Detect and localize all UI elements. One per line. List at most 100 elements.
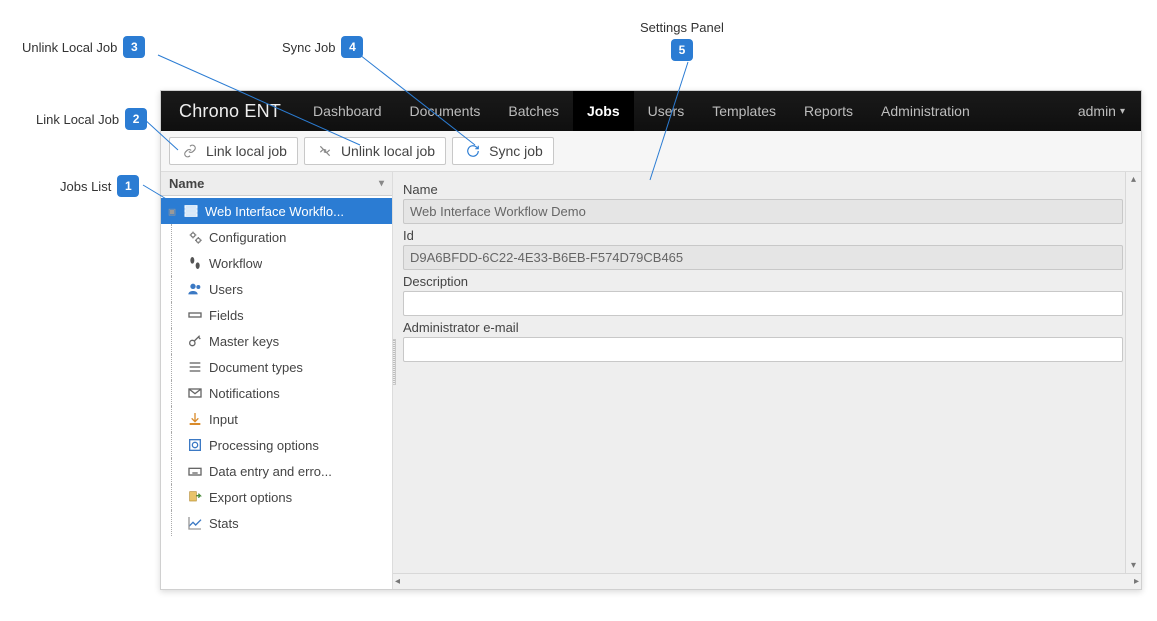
- link-icon: [180, 144, 200, 158]
- description-label: Description: [403, 274, 1123, 289]
- toolbar: Link local job Unlink local job Sync job: [161, 131, 1141, 172]
- tree-label: Fields: [209, 308, 244, 323]
- app-window: Chrono ENT Dashboard Documents Batches J…: [160, 90, 1142, 590]
- tree-item-processing-options[interactable]: Processing options: [161, 432, 392, 458]
- tree-item-notifications[interactable]: Notifications: [161, 380, 392, 406]
- key-icon: [185, 333, 205, 349]
- chevron-down-icon: ▾: [1120, 106, 1125, 117]
- navbar: Chrono ENT Dashboard Documents Batches J…: [161, 91, 1141, 131]
- sort-icon[interactable]: ▾: [379, 178, 384, 189]
- tree-item-document-types[interactable]: Document types: [161, 354, 392, 380]
- nav-documents[interactable]: Documents: [396, 91, 495, 131]
- sync-icon: [463, 144, 483, 158]
- keyboard-icon: [185, 463, 205, 479]
- id-label: Id: [403, 228, 1123, 243]
- annotation-sync-job: Sync Job 4: [282, 36, 363, 58]
- column-header-label: Name: [169, 176, 204, 191]
- link-local-job-button[interactable]: Link local job: [169, 137, 298, 165]
- annotation-jobs-list: Jobs List 1: [60, 175, 139, 197]
- nav-administration[interactable]: Administration: [867, 91, 984, 131]
- description-field[interactable]: [403, 291, 1123, 316]
- annotation-label: Unlink Local Job: [22, 40, 117, 55]
- annotation-badge: 4: [341, 36, 363, 58]
- envelope-icon: [185, 385, 205, 401]
- list-icon: [185, 359, 205, 375]
- tree-label: Data entry and erro...: [209, 464, 332, 479]
- tree-label: Notifications: [209, 386, 280, 401]
- tree-root-job[interactable]: ▣ Web Interface Workflo...: [161, 198, 392, 224]
- admin-email-label: Administrator e-mail: [403, 320, 1123, 335]
- field-icon: [185, 307, 205, 323]
- annotation-label: Sync Job: [282, 40, 335, 55]
- scroll-left-icon: ◂: [395, 576, 400, 587]
- tree-column-header[interactable]: Name ▾: [161, 172, 392, 196]
- vertical-scrollbar[interactable]: ▴ ▾: [1125, 172, 1141, 573]
- nav-jobs[interactable]: Jobs: [573, 91, 634, 131]
- tree-item-master-keys[interactable]: Master keys: [161, 328, 392, 354]
- tree-item-stats[interactable]: Stats: [161, 510, 392, 536]
- annotation-badge: 3: [123, 36, 145, 58]
- admin-email-field[interactable]: [403, 337, 1123, 362]
- download-icon: [185, 411, 205, 427]
- nav-users[interactable]: Users: [634, 91, 699, 131]
- tree-label: Configuration: [209, 230, 286, 245]
- annotation-label: Settings Panel: [640, 20, 724, 35]
- scroll-up-icon: ▴: [1131, 174, 1136, 185]
- users-icon: [185, 281, 205, 297]
- button-label: Unlink local job: [341, 143, 435, 159]
- job-icon: [181, 203, 201, 219]
- jobs-tree: ▣ Web Interface Workflo... Configuration: [161, 196, 392, 589]
- sync-job-button[interactable]: Sync job: [452, 137, 554, 165]
- footsteps-icon: [185, 255, 205, 271]
- nav-batches[interactable]: Batches: [494, 91, 573, 131]
- tree-item-input[interactable]: Input: [161, 406, 392, 432]
- tree-label: Web Interface Workflo...: [205, 204, 344, 219]
- name-label: Name: [403, 182, 1123, 197]
- tree-item-configuration[interactable]: Configuration: [161, 224, 392, 250]
- export-icon: [185, 489, 205, 505]
- tree-label: Processing options: [209, 438, 319, 453]
- tree-label: Master keys: [209, 334, 279, 349]
- chart-icon: [185, 515, 205, 531]
- horizontal-scrollbar[interactable]: ◂ ▸: [393, 573, 1141, 589]
- nav-reports[interactable]: Reports: [790, 91, 867, 131]
- tree-toggle-icon[interactable]: ▣: [163, 205, 181, 218]
- unlink-icon: [315, 144, 335, 158]
- id-field[interactable]: [403, 245, 1123, 270]
- tree-label: Document types: [209, 360, 303, 375]
- annotation-unlink-local-job: Unlink Local Job 3: [22, 36, 145, 58]
- tree-item-workflow[interactable]: Workflow: [161, 250, 392, 276]
- tree-item-fields[interactable]: Fields: [161, 302, 392, 328]
- brand[interactable]: Chrono ENT: [161, 91, 299, 131]
- nav-templates[interactable]: Templates: [698, 91, 790, 131]
- jobs-list-panel: Name ▾ ▣ Web Interface Workflo... Conf: [161, 172, 393, 589]
- button-label: Sync job: [489, 143, 543, 159]
- body: Name ▾ ▣ Web Interface Workflo... Conf: [161, 172, 1141, 589]
- tree-item-data-entry[interactable]: Data entry and erro...: [161, 458, 392, 484]
- user-menu-label: admin: [1078, 103, 1116, 119]
- scroll-right-icon: ▸: [1134, 576, 1139, 587]
- processing-icon: [185, 437, 205, 453]
- tree-label: Stats: [209, 516, 239, 531]
- annotation-badge: 2: [125, 108, 147, 130]
- tree-item-export-options[interactable]: Export options: [161, 484, 392, 510]
- tree-item-users[interactable]: Users: [161, 276, 392, 302]
- nav-dashboard[interactable]: Dashboard: [299, 91, 396, 131]
- tree-label: Users: [209, 282, 243, 297]
- annotation-settings-panel: Settings Panel 5: [640, 20, 724, 61]
- splitter-handle[interactable]: [393, 339, 396, 385]
- tree-label: Input: [209, 412, 238, 427]
- annotation-link-local-job: Link Local Job 2: [36, 108, 147, 130]
- annotation-badge: 5: [671, 39, 693, 61]
- user-menu[interactable]: admin ▾: [1062, 91, 1141, 131]
- scroll-down-icon: ▾: [1131, 560, 1136, 571]
- tree-label: Export options: [209, 490, 292, 505]
- button-label: Link local job: [206, 143, 287, 159]
- annotation-label: Jobs List: [60, 179, 111, 194]
- tree-label: Workflow: [209, 256, 262, 271]
- name-field[interactable]: [403, 199, 1123, 224]
- unlink-local-job-button[interactable]: Unlink local job: [304, 137, 446, 165]
- annotation-label: Link Local Job: [36, 112, 119, 127]
- settings-panel: Name Id Description Administrator e-mail…: [393, 172, 1141, 589]
- annotation-badge: 1: [117, 175, 139, 197]
